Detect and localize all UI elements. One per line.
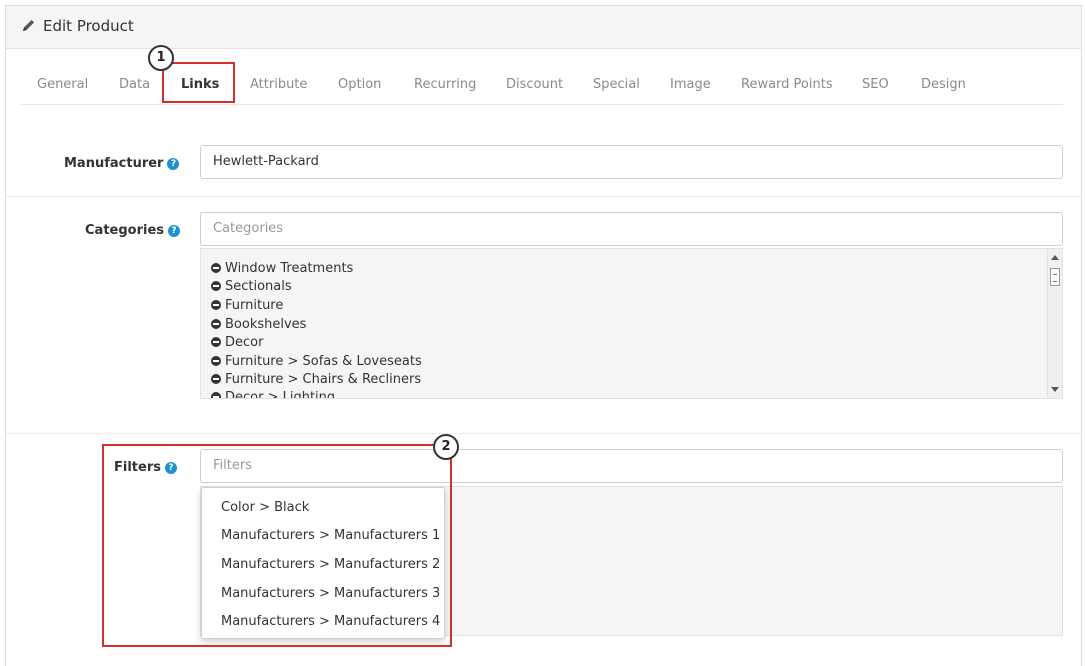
category-item: Furniture > Sofas & Loveseats [211, 353, 422, 371]
annotation-callout-2: 2 [433, 434, 459, 460]
category-item-label: Window Treatments [225, 261, 354, 276]
tab-attribute[interactable]: Attribute [250, 66, 307, 104]
category-item: Sectionals [211, 278, 292, 296]
category-item: Decor > Lighting [211, 389, 336, 399]
tab-discount[interactable]: Discount [506, 66, 563, 104]
remove-circle-icon[interactable] [211, 392, 221, 398]
remove-circle-icon[interactable] [211, 356, 221, 366]
tab-design[interactable]: Design [921, 66, 966, 104]
annotation-highlight-links-tab [162, 62, 235, 103]
help-icon[interactable]: ? [168, 225, 181, 237]
scroll-up-arrow-icon[interactable] [1051, 255, 1059, 260]
remove-circle-icon[interactable] [211, 281, 221, 291]
remove-circle-icon[interactable] [211, 263, 221, 273]
category-item-label: Decor > Lighting [225, 390, 336, 399]
panel-heading: Edit Product [6, 6, 1081, 49]
category-item: Window Treatments [211, 260, 353, 278]
category-item-label: Sectionals [225, 279, 292, 294]
scroll-thumb[interactable] [1050, 268, 1060, 286]
categories-list: Window Treatments Sectionals Furniture B… [200, 248, 1063, 399]
category-item-label: Furniture > Sofas & Loveseats [225, 354, 422, 369]
remove-circle-icon[interactable] [211, 300, 221, 310]
pencil-icon [23, 20, 34, 31]
tab-data[interactable]: Data [119, 66, 150, 104]
tab-reward-points[interactable]: Reward Points [741, 66, 833, 104]
categories-label: Categories? [85, 223, 181, 238]
categories-input[interactable]: Categories [200, 212, 1063, 246]
page-title: Edit Product [43, 17, 134, 35]
categories-label-text: Categories [85, 223, 165, 238]
categories-scrollbar[interactable] [1047, 249, 1062, 398]
category-item-label: Furniture [225, 298, 284, 313]
help-icon[interactable]: ? [167, 158, 180, 170]
manufacturer-label-text: Manufacturer [64, 156, 164, 171]
manufacturer-input[interactable]: Hewlett-Packard [200, 145, 1063, 179]
category-item: Furniture > Chairs & Recliners [211, 371, 421, 389]
category-item: Bookshelves [211, 316, 306, 334]
category-item: Decor [211, 334, 263, 352]
row-divider [6, 433, 1081, 434]
annotation-highlight-filters [102, 444, 452, 647]
tab-special[interactable]: Special [593, 66, 640, 104]
category-item-label: Bookshelves [225, 317, 307, 332]
remove-circle-icon[interactable] [211, 319, 221, 329]
tab-recurring[interactable]: Recurring [414, 66, 476, 104]
category-item-label: Furniture > Chairs & Recliners [225, 372, 422, 387]
category-item: Furniture [211, 297, 283, 315]
tab-general[interactable]: General [37, 66, 88, 104]
tab-image[interactable]: Image [670, 66, 711, 104]
row-divider [6, 196, 1081, 197]
category-item-label: Decor [225, 335, 264, 350]
manufacturer-label: Manufacturer? [64, 156, 180, 171]
tab-seo[interactable]: SEO [862, 66, 889, 104]
tab-option[interactable]: Option [338, 66, 381, 104]
scroll-down-arrow-icon[interactable] [1051, 387, 1059, 392]
remove-circle-icon[interactable] [211, 337, 221, 347]
remove-circle-icon[interactable] [211, 374, 221, 384]
annotation-callout-1: 1 [148, 45, 174, 71]
